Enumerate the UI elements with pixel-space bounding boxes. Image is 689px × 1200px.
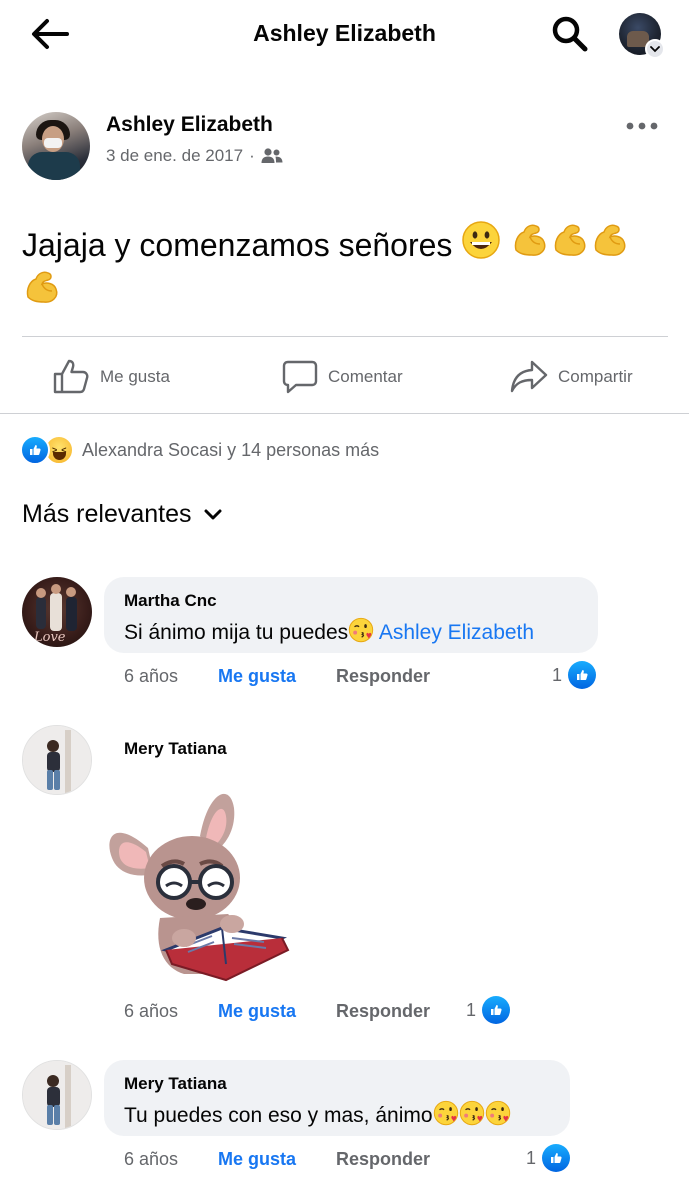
search-icon	[552, 16, 588, 52]
commenter-avatar[interactable]	[22, 725, 92, 795]
reaction-count: 1	[466, 999, 477, 1020]
dog-reading-book-sticker	[104, 778, 298, 992]
commenter-avatar[interactable]	[22, 1060, 92, 1130]
meta-separator: ·	[249, 146, 255, 165]
comment-author[interactable]: Martha Cnc	[124, 591, 578, 611]
comment-author[interactable]: Mery Tatiana	[124, 739, 227, 759]
more-dots-icon	[626, 122, 658, 130]
comment-text: Si ánimo mija tu puedes Ashley Elizabeth	[124, 617, 578, 645]
comment-like-button[interactable]: Me gusta	[218, 1001, 296, 1022]
flexed-biceps-emoji-icon	[510, 220, 550, 260]
like-reaction-icon	[20, 435, 50, 465]
comment-button[interactable]: Comentar	[282, 355, 403, 399]
comment-author[interactable]: Mery Tatiana	[124, 1074, 550, 1094]
like-reaction-icon	[482, 996, 511, 1024]
comment-label: Comentar	[328, 367, 403, 386]
comment-bubble: Martha Cnc Si ánimo mija tu puedes Ashle…	[104, 577, 598, 653]
comment-reply-button[interactable]: Responder	[336, 666, 430, 687]
chevron-down-icon	[204, 509, 222, 519]
face-blowing-kiss-emoji-icon	[433, 1100, 459, 1126]
grinning-face-emoji-icon	[461, 220, 501, 260]
comment-reply-button[interactable]: Responder	[336, 1001, 430, 1022]
post-text-body: Jajaja y comenzamos señores	[22, 227, 453, 263]
post-text: Jajaja y comenzamos señores	[22, 220, 672, 314]
like-reaction-icon	[568, 661, 597, 689]
face-blowing-kiss-emoji-icon	[485, 1100, 511, 1126]
friends-icon	[261, 148, 283, 163]
comment-bubble: Mery Tatiana Tu puedes con eso y mas, án…	[104, 1060, 570, 1136]
flexed-biceps-emoji-icon	[22, 267, 62, 307]
share-button[interactable]: Compartir	[510, 355, 633, 399]
comment-reaction-count[interactable]: 1	[552, 661, 597, 689]
post-meta: 3 de ene. de 2017 ·	[106, 146, 283, 166]
comment-text: Tu puedes con eso y mas, ánimo	[124, 1100, 550, 1128]
flexed-biceps-emoji-icon	[550, 220, 590, 260]
author-avatar[interactable]	[22, 112, 90, 180]
share-label: Compartir	[558, 367, 633, 386]
more-options-button[interactable]	[622, 112, 662, 140]
comment-body: Tu puedes con eso y mas, ánimo	[124, 1104, 433, 1127]
post-author[interactable]: Ashley Elizabeth	[106, 113, 273, 137]
profile-menu-button[interactable]	[619, 13, 665, 59]
comment-age: 6 años	[124, 1149, 179, 1169]
reaction-count: 1	[526, 1147, 537, 1168]
comment-sort-dropdown[interactable]: Más relevantes	[22, 500, 222, 529]
comment-like-button[interactable]: Me gusta	[218, 666, 296, 687]
flexed-biceps-emoji-icon	[590, 220, 630, 260]
face-blowing-kiss-emoji-icon	[348, 617, 374, 643]
divider	[0, 413, 689, 414]
sort-label: Más relevantes	[22, 500, 192, 528]
comment-reply-button[interactable]: Responder	[336, 1149, 430, 1170]
face-blowing-kiss-emoji-icon	[459, 1100, 485, 1126]
search-button[interactable]	[548, 12, 592, 56]
divider	[22, 336, 668, 337]
commenter-avatar[interactable]: Love	[22, 577, 92, 647]
like-label: Me gusta	[100, 367, 170, 386]
reactions-text: Alexandra Socasi y 14 personas más	[82, 439, 380, 460]
svg-text:Love: Love	[33, 630, 66, 645]
post-date[interactable]: 3 de ene. de 2017	[106, 146, 243, 166]
comment-body: Si ánimo mija tu puedes	[124, 621, 349, 644]
like-reaction-icon	[542, 1144, 571, 1172]
comment-bubble-icon	[282, 360, 318, 394]
reaction-count: 1	[552, 664, 563, 685]
thumbs-up-icon	[53, 359, 89, 394]
share-arrow-icon	[510, 360, 548, 393]
comment-reaction-count[interactable]: 1	[466, 996, 511, 1024]
comment-age: 6 años	[124, 666, 179, 686]
like-button[interactable]: Me gusta	[52, 355, 170, 399]
top-bar: Ashley Elizabeth	[0, 0, 689, 70]
comment-like-button[interactable]: Me gusta	[218, 1149, 296, 1170]
comment-reaction-count[interactable]: 1	[526, 1144, 571, 1172]
chevron-down-icon	[645, 39, 665, 59]
comment-age: 6 años	[124, 1001, 179, 1021]
mention-link[interactable]: Ashley Elizabeth	[379, 621, 534, 644]
reactions-summary[interactable]: >< Alexandra Socasi y 14 personas más	[20, 434, 379, 466]
